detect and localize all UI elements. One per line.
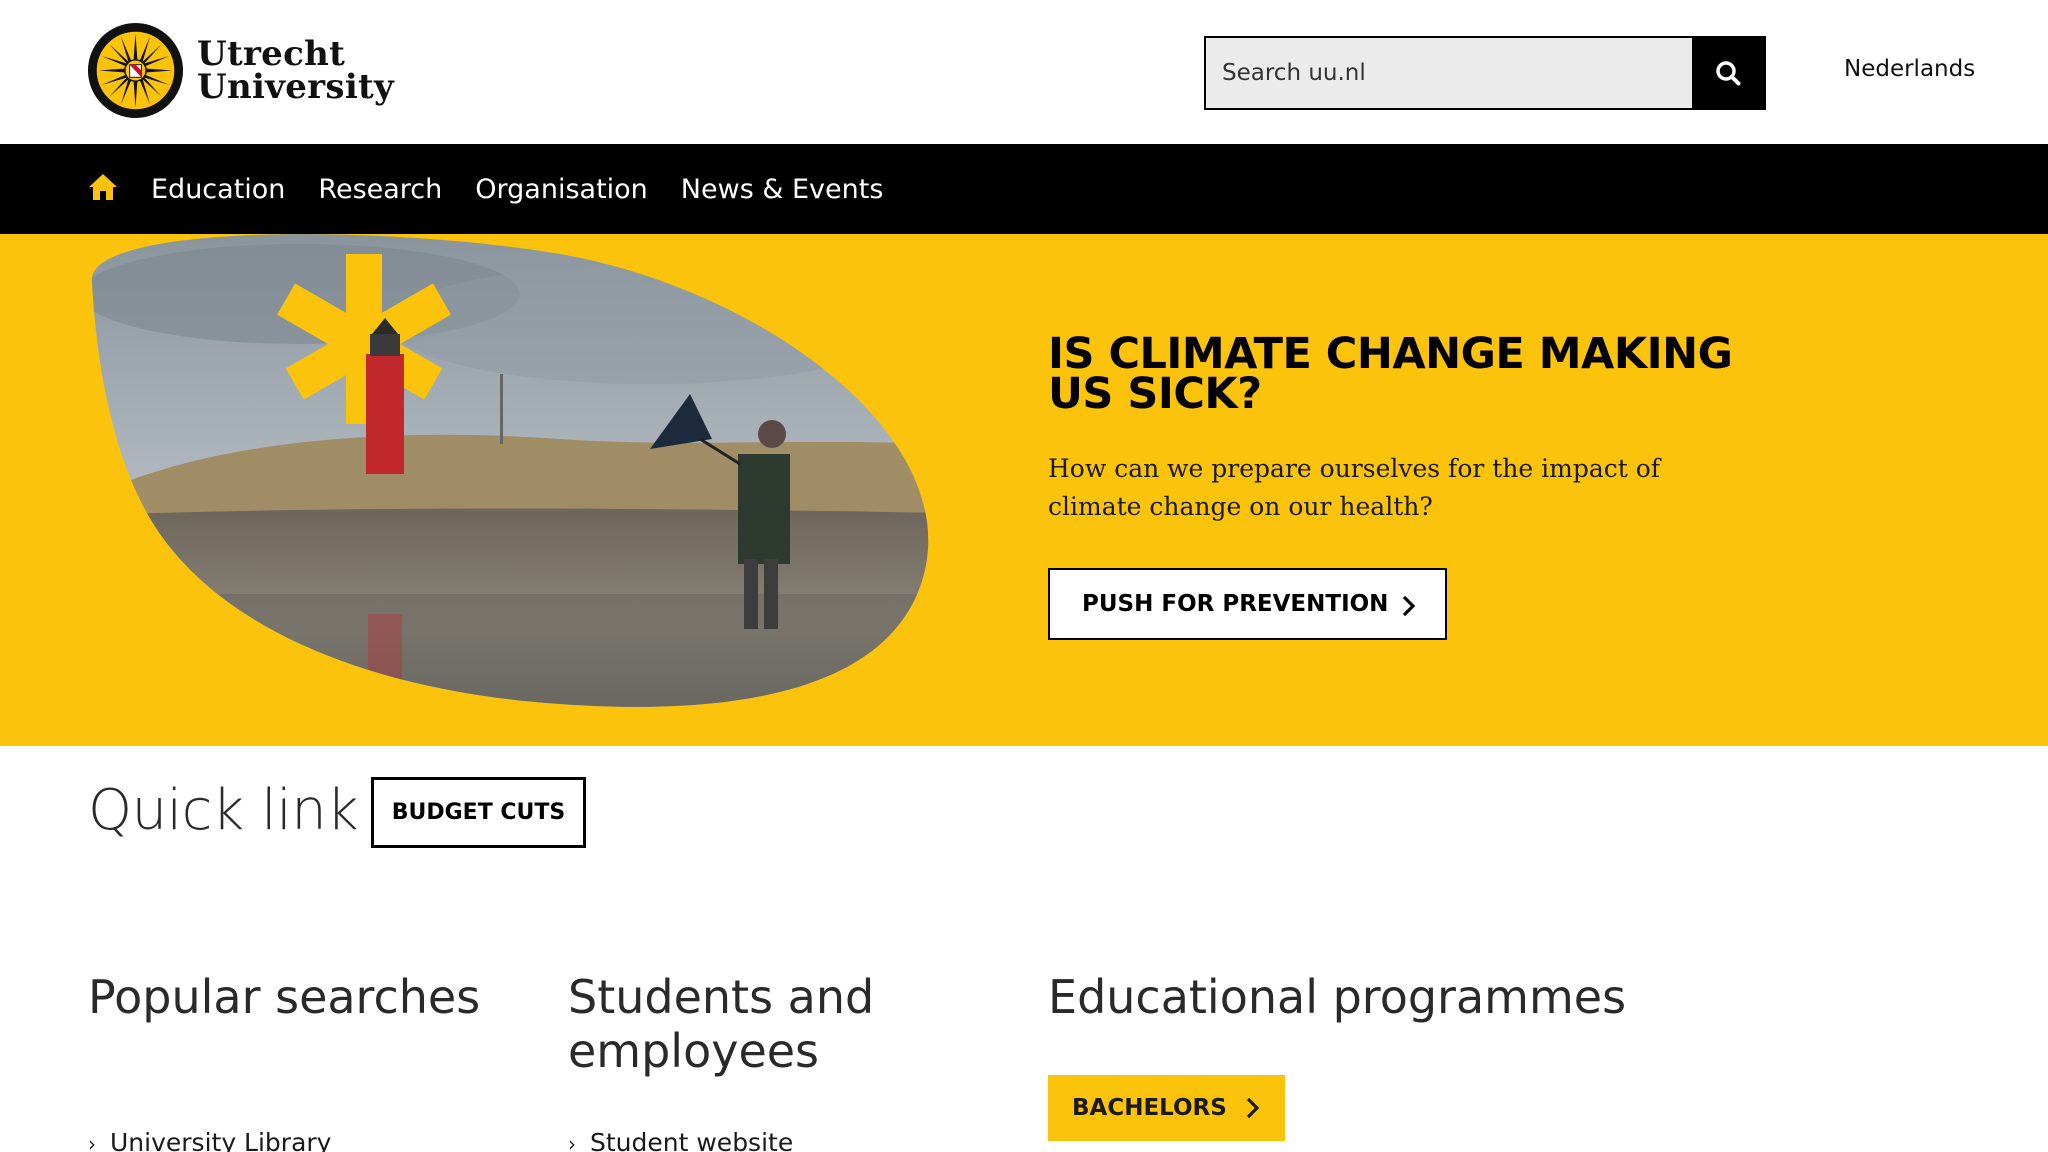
home-icon[interactable]: [88, 172, 118, 202]
nav-items: Education Research Organisation News & E…: [151, 144, 916, 234]
students-link-student-website[interactable]: › Student website: [568, 1128, 793, 1152]
logo-line-2: University: [197, 66, 395, 107]
hero-banner: IS CLIMATE CHANGE MAKING US SICK? How ca…: [0, 234, 2048, 746]
chevron-right-icon: ›: [88, 1132, 96, 1152]
search-input[interactable]: [1206, 38, 1692, 108]
push-for-prevention-button[interactable]: PUSH FOR PREVENTION: [1048, 568, 1447, 640]
nav-item-organisation[interactable]: Organisation: [475, 174, 648, 205]
popular-link-university-library[interactable]: › University Library: [88, 1128, 331, 1152]
bachelors-label: BACHELORS: [1072, 1095, 1227, 1121]
hero-button-label: PUSH FOR PREVENTION: [1082, 591, 1389, 617]
nav-item-research[interactable]: Research: [318, 174, 442, 205]
logo-wordmark: Utrecht University: [197, 33, 395, 107]
nav-item-news-events[interactable]: News & Events: [681, 174, 884, 205]
logo-line-1: Utrecht: [197, 33, 346, 74]
bachelors-button[interactable]: BACHELORS: [1048, 1075, 1285, 1141]
chevron-right-icon: ›: [568, 1132, 576, 1152]
search-button[interactable]: [1692, 38, 1764, 108]
link-label: Student website: [590, 1128, 794, 1152]
hero-title: IS CLIMATE CHANGE MAKING US SICK?: [1048, 329, 1733, 419]
search-icon: [1716, 61, 1741, 86]
popular-searches-title: Popular searches: [88, 970, 481, 1024]
budget-cuts-label: BUDGET CUTS: [391, 800, 566, 825]
site-header: Utrecht University Nederlands: [0, 0, 2048, 144]
budget-cuts-button[interactable]: BUDGET CUTS: [371, 777, 586, 848]
students-employees-title: Students and employees: [568, 970, 875, 1078]
language-switch-link[interactable]: Nederlands: [1844, 56, 1975, 82]
nav-item-education[interactable]: Education: [151, 174, 285, 205]
chevron-right-icon: [1402, 595, 1416, 617]
hero-subtitle: How can we prepare ourselves for the imp…: [1048, 454, 1661, 521]
educational-programmes-title: Educational programmes: [1048, 970, 1627, 1024]
search-bar: [1204, 36, 1766, 110]
quick-link-title: Quick link: [88, 778, 359, 843]
link-label: University Library: [110, 1128, 332, 1152]
hero-image: [91, 234, 929, 707]
main-navigation: Education Research Organisation News & E…: [0, 144, 2048, 234]
university-logo[interactable]: Utrecht University: [87, 22, 394, 119]
sun-seal-icon: [87, 22, 184, 119]
chevron-right-icon: [1246, 1097, 1260, 1119]
